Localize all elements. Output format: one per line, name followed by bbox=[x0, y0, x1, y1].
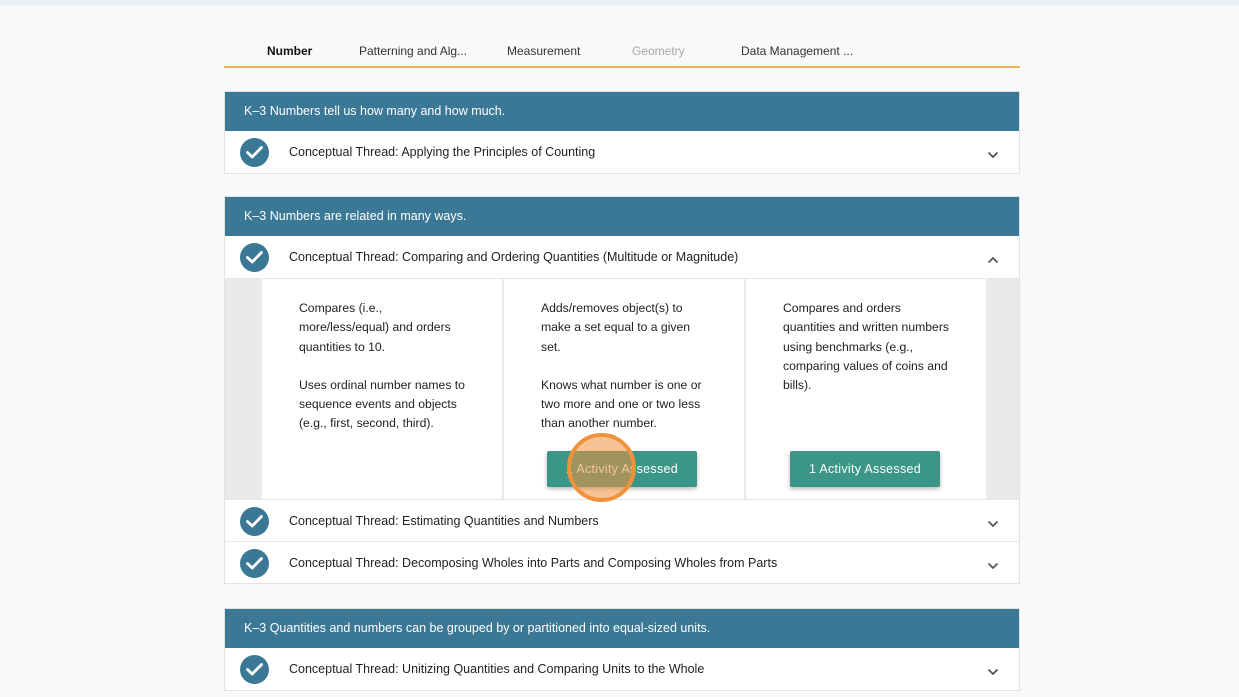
chevron-up-icon[interactable] bbox=[987, 251, 999, 269]
milestone-card: Compares and orders quantities and writt… bbox=[746, 279, 986, 500]
milestone-paragraph: Knows what number is one or two more and… bbox=[541, 377, 702, 431]
activity-assessed-button[interactable]: 1 Activity Assessed bbox=[547, 451, 697, 487]
milestone-text: Compares (i.e., more/less/equal) and ord… bbox=[299, 299, 467, 434]
thread-label: Conceptual Thread: Decomposing Wholes in… bbox=[289, 556, 778, 570]
activity-assessed-button[interactable]: 1 Activity Assessed bbox=[790, 451, 940, 487]
chevron-down-icon[interactable] bbox=[987, 663, 999, 681]
milestone-paragraph: Compares (i.e., more/less/equal) and ord… bbox=[299, 301, 451, 354]
chevron-down-icon[interactable] bbox=[987, 557, 999, 575]
conceptual-thread-row[interactable]: Conceptual Thread: Estimating Quantities… bbox=[225, 499, 1019, 541]
thread-label: Conceptual Thread: Applying the Principl… bbox=[289, 145, 596, 159]
thread-label: Conceptual Thread: Unitizing Quantities … bbox=[289, 662, 705, 676]
big-idea-header: K–3 Numbers are related in many ways. bbox=[225, 197, 1019, 236]
tab-number[interactable]: Number bbox=[267, 40, 312, 66]
milestone-paragraph: Adds/removes object(s) to make a set equ… bbox=[541, 301, 691, 354]
check-circle-icon bbox=[240, 243, 269, 272]
tab-measurement[interactable]: Measurement bbox=[507, 40, 580, 66]
milestone-card: Compares (i.e., more/less/equal) and ord… bbox=[262, 279, 502, 500]
big-idea-section: K–3 Numbers tell us how many and how muc… bbox=[224, 91, 1020, 174]
milestone-cards: Compares (i.e., more/less/equal) and ord… bbox=[225, 278, 1019, 500]
chevron-down-icon[interactable] bbox=[987, 515, 999, 533]
tab-data-management[interactable]: Data Management ... bbox=[741, 40, 853, 66]
conceptual-thread-row[interactable]: Conceptual Thread: Applying the Principl… bbox=[225, 131, 1019, 173]
tab-geometry[interactable]: Geometry bbox=[632, 40, 685, 66]
milestone-text: Adds/removes object(s) to make a set equ… bbox=[541, 299, 709, 434]
milestone-paragraph: Compares and orders quantities and writt… bbox=[783, 301, 949, 393]
big-idea-section: K–3 Quantities and numbers can be groupe… bbox=[224, 608, 1020, 691]
big-idea-header: K–3 Quantities and numbers can be groupe… bbox=[225, 609, 1019, 648]
check-circle-icon bbox=[240, 507, 269, 536]
check-circle-icon bbox=[240, 549, 269, 578]
check-circle-icon bbox=[240, 138, 269, 167]
thread-label: Conceptual Thread: Comparing and Orderin… bbox=[289, 250, 739, 264]
check-circle-icon bbox=[240, 655, 269, 684]
milestone-paragraph: Uses ordinal number names to sequence ev… bbox=[299, 377, 465, 431]
conceptual-thread-row[interactable]: Conceptual Thread: Decomposing Wholes in… bbox=[225, 541, 1019, 583]
top-bar bbox=[0, 0, 1239, 6]
thread-label: Conceptual Thread: Estimating Quantities… bbox=[289, 514, 599, 528]
tab-patterning-and-algebra[interactable]: Patterning and Alg... bbox=[359, 40, 467, 66]
conceptual-thread-row[interactable]: Conceptual Thread: Comparing and Orderin… bbox=[225, 236, 1019, 278]
milestone-card: Adds/removes object(s) to make a set equ… bbox=[504, 279, 744, 500]
strand-tabs: Number Patterning and Alg... Measurement… bbox=[224, 40, 1020, 68]
big-idea-header: K–3 Numbers tell us how many and how muc… bbox=[225, 92, 1019, 131]
big-idea-section: K–3 Numbers are related in many ways. Co… bbox=[224, 196, 1020, 584]
milestone-text: Compares and orders quantities and writt… bbox=[783, 299, 951, 395]
chevron-down-icon[interactable] bbox=[987, 146, 999, 164]
conceptual-thread-row[interactable]: Conceptual Thread: Unitizing Quantities … bbox=[225, 648, 1019, 690]
